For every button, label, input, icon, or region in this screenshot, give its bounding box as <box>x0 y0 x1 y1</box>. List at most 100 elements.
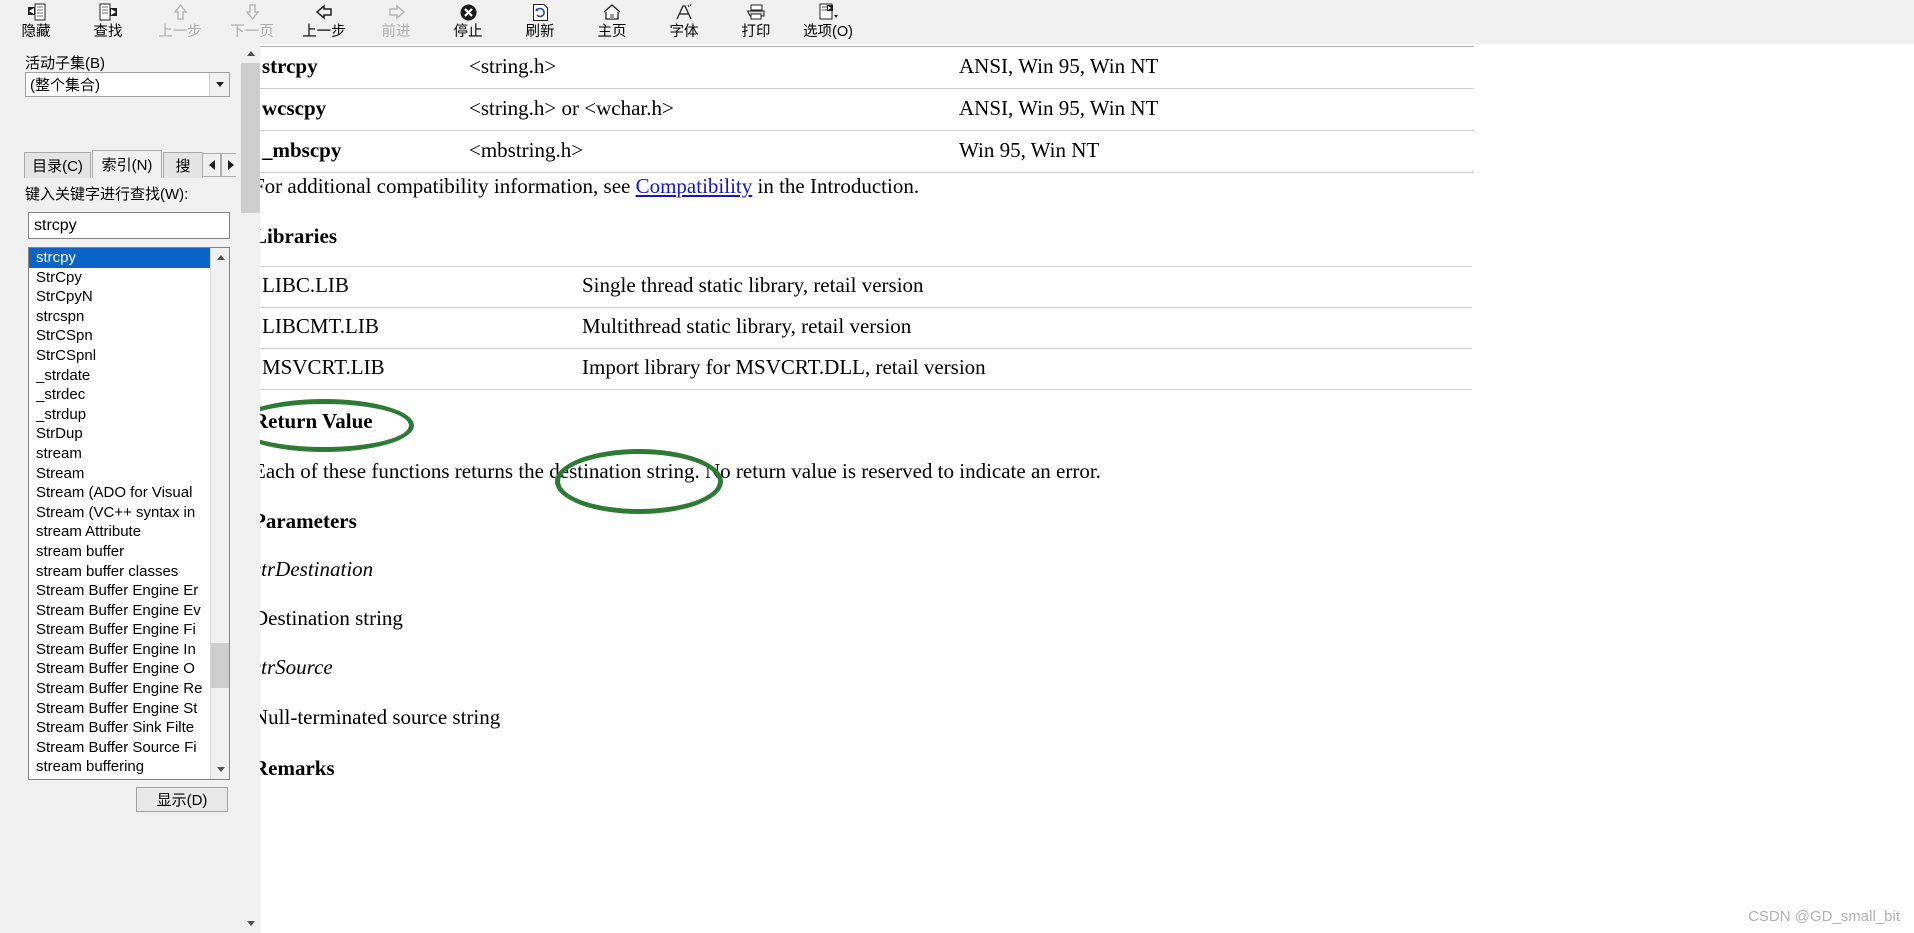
toolbar-button-stop[interactable]: 停止 <box>432 0 504 43</box>
tab-contents-label: 目录(C) <box>32 158 83 175</box>
navigation-pane: 活动子集(B) (整个集合) 目录(C) 索引(N) 搜 键入关键字进行查找(W… <box>0 44 240 933</box>
toolbar-button-locate[interactable]: 查找 <box>72 0 144 43</box>
list-item[interactable]: StrCpyN <box>29 287 211 307</box>
arrow-up-icon <box>169 2 191 22</box>
chevron-down-icon[interactable] <box>209 73 229 96</box>
param-desc-strdestination: Destination string <box>253 606 403 630</box>
toolbar-button-label: 隐藏 <box>21 24 51 40</box>
toolbar-button-hide[interactable]: 隐藏 <box>0 0 72 43</box>
show-button[interactable]: 显示(D) <box>136 787 228 812</box>
list-item[interactable]: Stream (ADO for Visual <box>29 483 211 503</box>
library-name: LIBC.LIB <box>252 266 572 308</box>
refresh-icon <box>529 2 551 22</box>
compatibility-note: For additional compatibility information… <box>253 174 919 199</box>
print-icon <box>745 2 767 22</box>
toolbar-button-label: 前进 <box>381 24 411 40</box>
table-row: _mbscpy <mbstring.h> Win 95, Win NT <box>252 130 1474 173</box>
list-item[interactable]: Stream Buffer Engine In <box>29 640 211 660</box>
compatibility-table: strcpy <string.h> ANSI, Win 95, Win NT w… <box>252 46 1474 173</box>
return-value-text-a: Each of these functions returns the <box>253 459 550 483</box>
toolbar-button-next-page[interactable]: 下一页 <box>216 0 288 43</box>
active-subset-label-text: 活动子集(B) <box>25 55 105 72</box>
toolbar-button-label: 主页 <box>597 24 627 40</box>
list-item[interactable]: Stream Buffer Engine O <box>29 659 211 679</box>
toolbar-button-print[interactable]: 打印 <box>720 0 792 43</box>
content-scrollbar[interactable] <box>241 44 260 933</box>
toolbar-button-prev-topic[interactable]: 上一步 <box>144 0 216 43</box>
toolbar-button-label: 停止 <box>453 24 483 40</box>
list-item[interactable]: _strdate <box>29 366 211 386</box>
show-button-label: 显示(D) <box>156 792 208 809</box>
list-item[interactable]: Stream Buffer Engine Re <box>29 679 211 699</box>
active-subset-label: 活动子集(B) <box>25 52 105 73</box>
list-item[interactable]: StrCSpnl <box>29 346 211 366</box>
required-header: <string.h> or <wchar.h> <box>459 88 949 131</box>
list-item[interactable]: StrCpy <box>29 268 211 288</box>
list-item[interactable]: Stream Buffer Source Fi <box>29 738 211 758</box>
content-scroll-up-icon[interactable] <box>241 44 260 63</box>
tab-search[interactable]: 搜 <box>163 152 203 178</box>
home-icon <box>601 2 623 22</box>
tab-contents[interactable]: 目录(C) <box>24 152 91 178</box>
toolbar: 隐藏 查找 上一步 下一页 上一步 前进 停止 刷新 主页 字体 打印 选项(O… <box>0 0 1914 45</box>
keyword-label: 键入关键字进行查找(W): <box>25 183 188 204</box>
list-item[interactable]: Stream Buffer Sink Filte <box>29 718 211 738</box>
keyword-list[interactable]: strcpy StrCpy StrCpyN strcspn StrCSpn StrCSpn… <box>28 247 230 780</box>
content-scrollbar-thumb[interactable] <box>241 63 260 213</box>
list-item[interactable]: strcpy <box>29 248 211 268</box>
keyword-input[interactable]: strcpy <box>28 212 230 239</box>
toolbar-button-label: 刷新 <box>525 24 555 40</box>
font-icon <box>673 2 695 22</box>
toolbar-button-options[interactable]: 选项(O) <box>792 0 864 43</box>
content-scroll-down-icon[interactable] <box>241 914 260 933</box>
list-item[interactable]: strcspn <box>29 307 211 327</box>
required-header: <string.h> <box>459 46 949 89</box>
scroll-up-icon[interactable] <box>211 248 229 267</box>
param-name-strsource: strSource <box>253 655 333 679</box>
list-item[interactable]: stream buffer classes <box>29 562 211 582</box>
list-item[interactable]: stream buffering <box>29 757 211 777</box>
list-item[interactable]: Stream Buffer Engine Fi <box>29 620 211 640</box>
scrollbar-thumb[interactable] <box>211 643 229 688</box>
arrow-down-icon <box>241 2 263 22</box>
nav-tabstrip: 目录(C) 索引(N) 搜 <box>24 150 240 178</box>
list-item[interactable]: _strdup <box>29 405 211 425</box>
list-item[interactable]: Stream (VC++ syntax in <box>29 503 211 523</box>
list-item[interactable]: stream buffer <box>29 542 211 562</box>
list-item[interactable]: _strdec <box>29 385 211 405</box>
toolbar-button-refresh[interactable]: 刷新 <box>504 0 576 43</box>
list-item[interactable]: Stream Buffer Engine St <box>29 699 211 719</box>
scroll-down-icon[interactable] <box>211 760 229 779</box>
toolbar-button-label: 查找 <box>93 24 123 40</box>
compatibility-link[interactable]: Compatibility <box>636 174 753 198</box>
toolbar-button-label: 选项(O) <box>803 24 853 40</box>
toolbar-button-label: 下一页 <box>230 24 274 40</box>
return-value-heading: Return Value <box>253 409 373 433</box>
table-row: MSVCRT.LIB Import library for MSVCRT.DLL… <box>252 348 1472 390</box>
tab-scroll-left-icon[interactable] <box>202 153 221 177</box>
toolbar-button-forward[interactable]: 前进 <box>360 0 432 43</box>
toolbar-button-back[interactable]: 上一步 <box>288 0 360 43</box>
list-item[interactable]: Stream Buffer Engine Er <box>29 581 211 601</box>
tab-index[interactable]: 索引(N) <box>92 150 162 178</box>
arrow-forward-icon <box>385 2 407 22</box>
list-item[interactable]: Stream Buffer Engine Ev <box>29 601 211 621</box>
toolbar-button-font[interactable]: 字体 <box>648 0 720 43</box>
keyword-list-scrollbar[interactable] <box>210 248 229 779</box>
list-item[interactable]: stream <box>29 444 211 464</box>
function-name: strcpy <box>252 46 459 89</box>
toolbar-button-label: 字体 <box>669 24 699 40</box>
list-item[interactable]: StrCSpn <box>29 326 211 346</box>
return-value-text-c: . No return value is reserved to indicat… <box>694 459 1101 483</box>
active-subset-dropdown[interactable]: (整个集合) <box>25 72 230 97</box>
library-name: MSVCRT.LIB <box>252 348 572 390</box>
toolbar-button-home[interactable]: 主页 <box>576 0 648 43</box>
options-icon <box>817 2 839 22</box>
remarks-heading: Remarks <box>253 756 335 780</box>
list-item[interactable]: Stream <box>29 464 211 484</box>
param-desc-strsource: Null-terminated source string <box>253 705 501 729</box>
list-item[interactable]: StrDup <box>29 424 211 444</box>
tab-scroll-buttons <box>202 153 240 177</box>
list-item[interactable]: stream Attribute <box>29 522 211 542</box>
tab-search-label: 搜 <box>175 158 191 175</box>
